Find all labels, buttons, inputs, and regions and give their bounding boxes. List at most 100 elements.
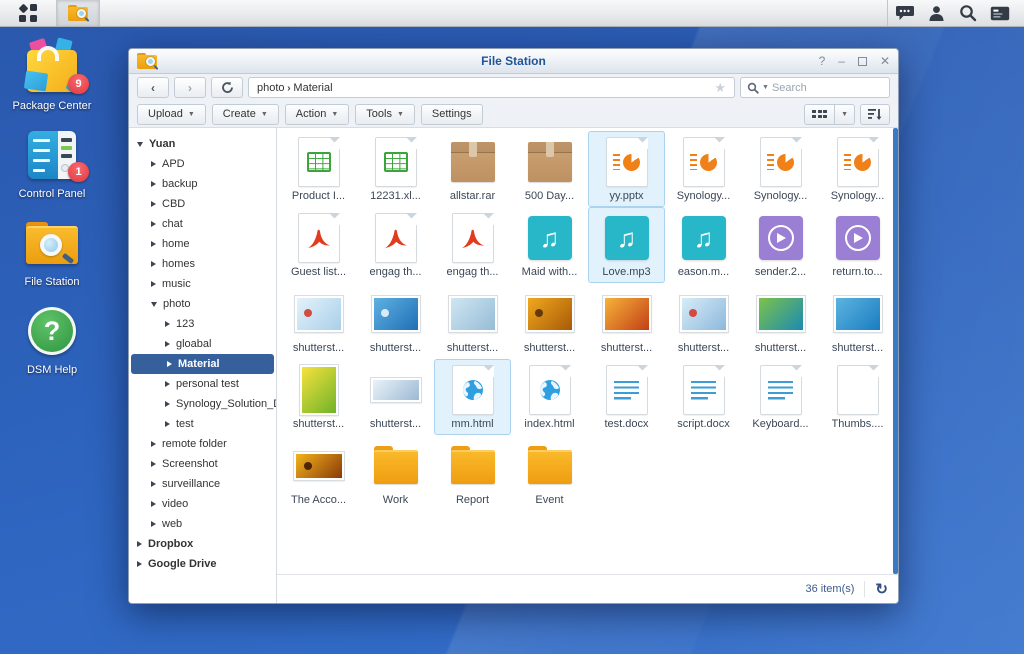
sidebar-item-screenshot[interactable]: Screenshot (129, 454, 276, 474)
file-item[interactable]: ♫eason.m... (665, 207, 742, 283)
chevron-right-icon[interactable] (167, 361, 172, 367)
sidebar-item-gloabal[interactable]: gloabal (129, 334, 276, 354)
file-item[interactable]: 500 Day... (511, 131, 588, 207)
search-input[interactable] (772, 82, 862, 94)
upload-button[interactable]: Upload▼ (137, 104, 206, 125)
file-item[interactable]: Event (511, 435, 588, 511)
file-item[interactable]: shutterst... (511, 283, 588, 359)
tools-button[interactable]: Tools▼ (355, 104, 415, 125)
file-item[interactable]: Synology... (665, 131, 742, 207)
back-button[interactable]: ‹ (137, 77, 169, 98)
chevron-right-icon[interactable] (151, 241, 156, 247)
create-button[interactable]: Create▼ (212, 104, 279, 125)
file-item[interactable]: sender.2... (742, 207, 819, 283)
status-refresh-button[interactable]: ↻ (875, 582, 888, 597)
taskbar-file-station-button[interactable] (57, 0, 99, 26)
breadcrumb-segment[interactable]: Material (293, 82, 332, 94)
sidebar-item-123[interactable]: 123 (129, 314, 276, 334)
file-item[interactable]: index.html (511, 359, 588, 435)
file-item[interactable]: ♫Love.mp3 (588, 207, 665, 283)
sidebar-item-yuan[interactable]: Yuan (129, 134, 276, 154)
desktop-icon-package-center[interactable]: 9 Package Center (8, 38, 96, 113)
titlebar[interactable]: File Station ? – ✕ (129, 49, 898, 74)
file-item[interactable]: 12231.xl... (357, 131, 434, 207)
action-button[interactable]: Action▼ (285, 104, 350, 125)
search-button[interactable] (952, 0, 984, 27)
file-item[interactable]: The Acco... (280, 435, 357, 511)
file-item[interactable]: Product I... (280, 131, 357, 207)
sidebar-item-material[interactable]: Material (131, 354, 274, 374)
sidebar-item-photo[interactable]: photo (129, 294, 276, 314)
chevron-right-icon[interactable] (151, 521, 156, 527)
sidebar-item-surveillance[interactable]: surveillance (129, 474, 276, 494)
chevron-right-icon[interactable] (165, 381, 170, 387)
chevron-right-icon[interactable] (151, 201, 156, 207)
breadcrumb-segment[interactable]: photo (257, 82, 285, 94)
forward-button[interactable]: › (174, 77, 206, 98)
breadcrumb[interactable]: photo › Material ★ (248, 77, 735, 98)
sidebar-item-web[interactable]: web (129, 514, 276, 534)
chevron-right-icon[interactable] (165, 421, 170, 427)
widgets-button[interactable] (984, 0, 1016, 27)
minimize-button[interactable]: – (838, 55, 845, 67)
sidebar-item-homes[interactable]: homes (129, 254, 276, 274)
file-item[interactable]: shutterst... (280, 283, 357, 359)
sidebar-item-google-drive[interactable]: Google Drive (129, 554, 276, 574)
chevron-right-icon[interactable] (151, 501, 156, 507)
file-item[interactable]: shutterst... (280, 359, 357, 435)
file-item[interactable]: engag th... (434, 207, 511, 283)
file-item[interactable]: Guest list... (280, 207, 357, 283)
refresh-button[interactable] (211, 77, 243, 98)
file-item[interactable]: script.docx (665, 359, 742, 435)
chevron-down-icon[interactable] (151, 302, 157, 307)
main-menu-button[interactable] (0, 0, 56, 26)
sidebar-item-home[interactable]: home (129, 234, 276, 254)
sidebar-item-music[interactable]: music (129, 274, 276, 294)
file-item[interactable]: engag th... (357, 207, 434, 283)
vertical-scrollbar[interactable] (893, 128, 898, 574)
file-item[interactable]: shutterst... (588, 283, 665, 359)
notifications-button[interactable] (888, 0, 920, 27)
chevron-right-icon[interactable] (151, 461, 156, 467)
maximize-button[interactable] (858, 57, 867, 66)
file-item[interactable]: test.docx (588, 359, 665, 435)
chevron-right-icon[interactable] (137, 541, 142, 547)
bookmark-star-icon[interactable]: ★ (714, 80, 726, 96)
close-button[interactable]: ✕ (880, 55, 890, 67)
search-scope-caret-icon[interactable]: ▼ (762, 84, 769, 91)
sidebar-item-backup[interactable]: backup (129, 174, 276, 194)
sidebar-item-video[interactable]: video (129, 494, 276, 514)
chevron-right-icon[interactable] (151, 161, 156, 167)
sidebar-item-personal-test[interactable]: personal test (129, 374, 276, 394)
file-item[interactable]: Keyboard... (742, 359, 819, 435)
view-mode-button[interactable]: ▼ (804, 104, 855, 125)
sidebar-item-cbd[interactable]: CBD (129, 194, 276, 214)
help-button[interactable]: ? (819, 55, 826, 67)
sort-button[interactable] (860, 104, 890, 125)
file-item[interactable]: yy.pptx (588, 131, 665, 207)
file-item[interactable]: shutterst... (357, 283, 434, 359)
file-item[interactable]: Work (357, 435, 434, 511)
view-mode-caret-icon[interactable]: ▼ (834, 105, 854, 124)
sidebar-item-remote-folder[interactable]: remote folder (129, 434, 276, 454)
chevron-right-icon[interactable] (151, 481, 156, 487)
chevron-right-icon[interactable] (151, 181, 156, 187)
chevron-right-icon[interactable] (165, 321, 170, 327)
file-item[interactable]: shutterst... (742, 283, 819, 359)
chevron-down-icon[interactable] (137, 142, 143, 147)
chevron-right-icon[interactable] (165, 341, 170, 347)
file-item[interactable]: return.to... (819, 207, 896, 283)
settings-button[interactable]: Settings (421, 104, 483, 125)
chevron-right-icon[interactable] (151, 221, 156, 227)
sidebar-item-apd[interactable]: APD (129, 154, 276, 174)
desktop-icon-file-station[interactable]: File Station (8, 214, 96, 289)
sidebar-item-dropbox[interactable]: Dropbox (129, 534, 276, 554)
file-item[interactable]: shutterst... (819, 283, 896, 359)
chevron-right-icon[interactable] (151, 441, 156, 447)
chevron-right-icon[interactable] (165, 401, 170, 407)
user-menu-button[interactable] (920, 0, 952, 27)
file-scroll-area[interactable]: Product I...12231.xl...allstar.rar500 Da… (277, 128, 898, 574)
sidebar-item-synology-solution-d[interactable]: Synology_Solution_D (129, 394, 276, 414)
file-item[interactable]: Synology... (819, 131, 896, 207)
chevron-right-icon[interactable] (151, 261, 156, 267)
